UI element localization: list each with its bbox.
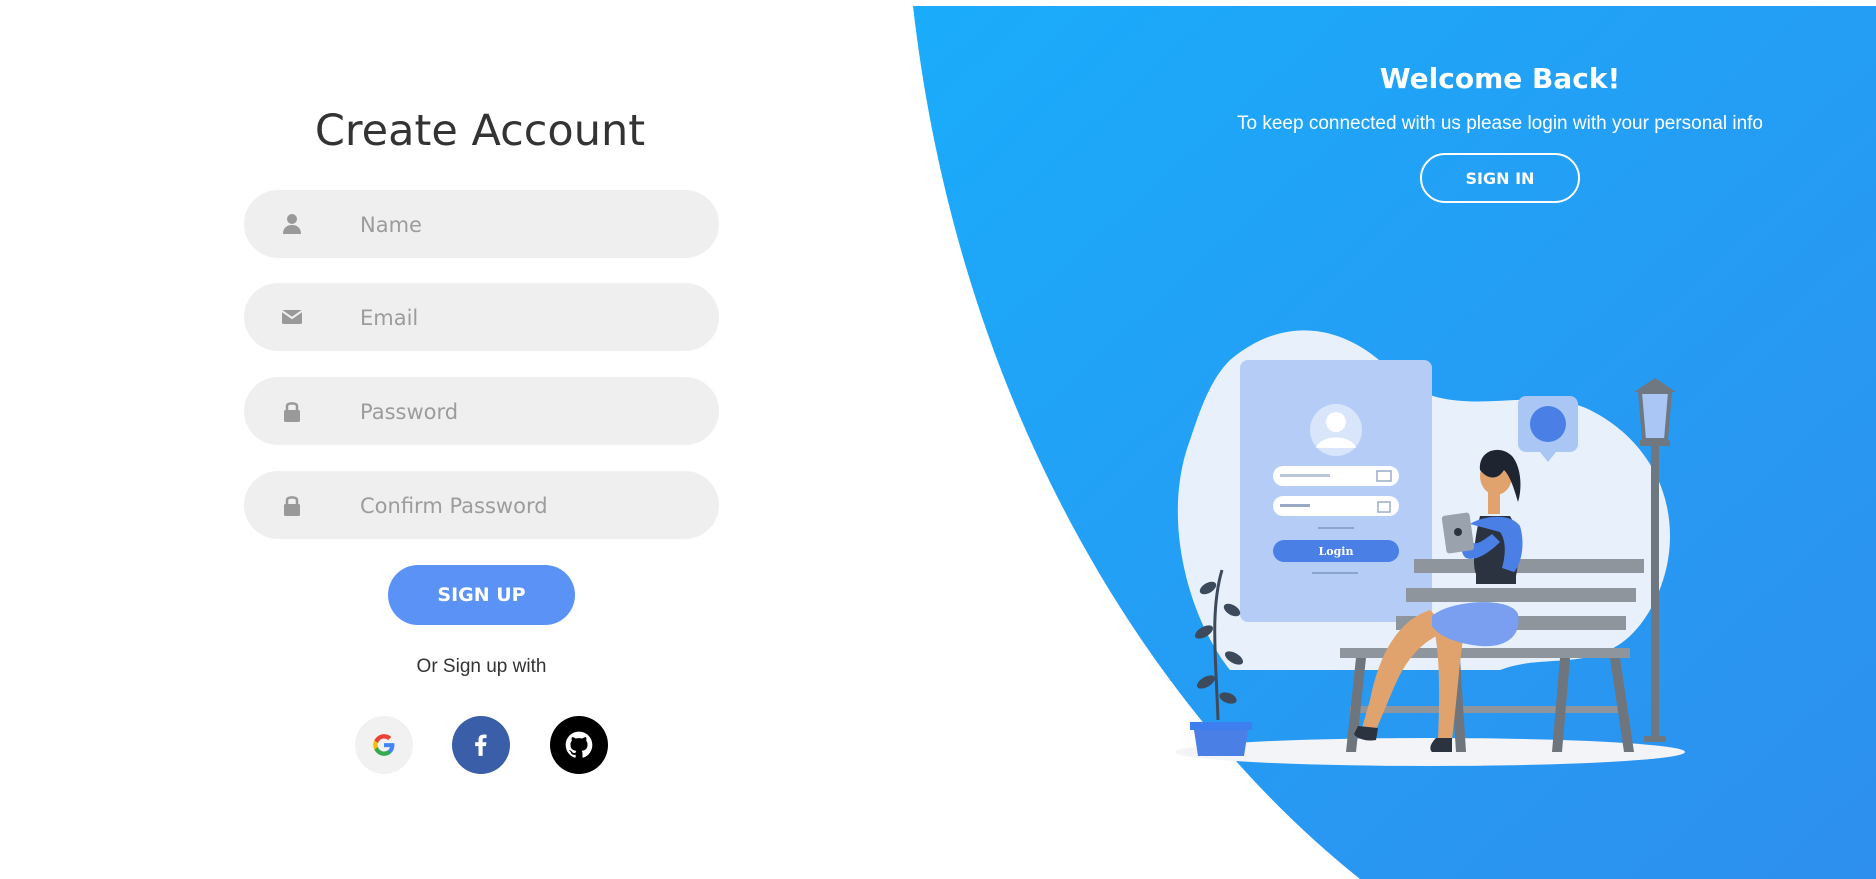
welcome-title: Welcome Back! — [1379, 62, 1621, 95]
ground-shadow — [1175, 738, 1685, 766]
social-signup-label: Or Sign up with — [416, 656, 547, 677]
envelope-icon — [281, 310, 303, 324]
github-signup-button[interactable] — [550, 716, 608, 774]
password-field[interactable] — [244, 377, 719, 447]
facebook-icon — [475, 734, 487, 756]
sign-up-button[interactable]: SIGN UP — [388, 565, 575, 625]
lock-icon — [284, 402, 300, 422]
password-input[interactable] — [358, 377, 692, 447]
email-field[interactable] — [244, 283, 719, 353]
login-illustration: Login — [1175, 330, 1685, 766]
login-card-button-label: Login — [1319, 545, 1354, 558]
google-icon — [373, 734, 395, 756]
form-title: Create Account — [314, 106, 646, 156]
lock-icon — [284, 496, 300, 516]
google-signup-button[interactable] — [355, 716, 413, 774]
auth-page: Welcome Back! To keep connected with us … — [0, 0, 1876, 879]
github-icon — [565, 731, 593, 758]
name-input[interactable] — [358, 190, 692, 260]
login-card-graphic: Login — [1240, 360, 1432, 622]
sign-in-button[interactable]: SIGN IN — [1420, 153, 1580, 203]
facebook-signup-button[interactable] — [452, 716, 510, 774]
confirm-password-input[interactable] — [358, 471, 692, 541]
confirm-password-field[interactable] — [244, 471, 719, 541]
user-icon — [283, 214, 301, 234]
email-input[interactable] — [358, 283, 692, 353]
name-field[interactable] — [244, 190, 719, 260]
welcome-subtitle: To keep connected with us please login w… — [1237, 113, 1763, 134]
